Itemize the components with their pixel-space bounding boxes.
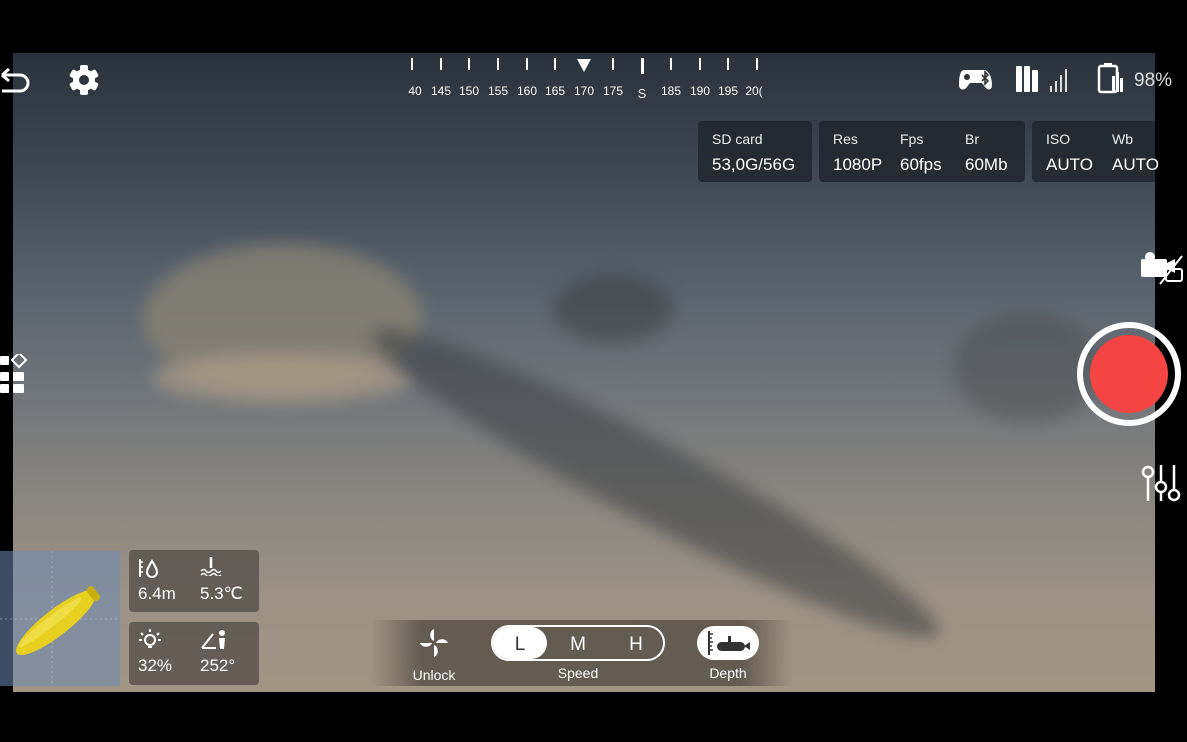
adjust-sliders-icon[interactable] xyxy=(1141,464,1183,507)
signal-icon xyxy=(1016,66,1074,99)
compass-label: 165 xyxy=(544,84,566,98)
speed-option-h[interactable]: H xyxy=(611,634,661,656)
speed-label: Speed xyxy=(557,665,599,681)
camera-mode-icon[interactable] xyxy=(1140,251,1184,290)
unlock-label: Unlock xyxy=(412,667,456,683)
sd-value: 53,0G/56G xyxy=(712,155,796,174)
depth-submarine-icon xyxy=(708,631,750,655)
light-value: 32% xyxy=(138,656,173,675)
speed-option-l[interactable]: L xyxy=(493,634,547,656)
drone-attitude-view xyxy=(0,551,120,686)
depth-icon xyxy=(139,559,159,578)
speed-selector[interactable]: L M H xyxy=(491,625,665,661)
water-temperature-icon xyxy=(200,557,222,576)
fps-value: 60fps xyxy=(900,155,942,174)
iso-value: AUTO xyxy=(1046,155,1093,174)
compass-label: S xyxy=(637,86,647,101)
res-label: Res xyxy=(833,131,858,147)
compass-label: 155 xyxy=(487,84,509,98)
sd-card-panel: SD card 53,0G/56G xyxy=(698,121,812,182)
battery-icon xyxy=(1097,62,1125,99)
compass-label: 190 xyxy=(689,84,711,98)
speed-option-m[interactable]: M xyxy=(553,634,603,656)
video-settings-panel[interactable]: Res 1080P Fps 60fps Br 60Mb xyxy=(819,121,1025,182)
wb-label: Wb xyxy=(1112,131,1133,147)
wb-value: AUTO xyxy=(1112,155,1159,174)
back-icon[interactable] xyxy=(0,66,32,96)
compass-label: 150 xyxy=(458,84,480,98)
depth-value: 6.4m xyxy=(138,584,176,603)
res-value: 1080P xyxy=(833,155,883,174)
record-button[interactable] xyxy=(1077,322,1181,426)
temperature-value: 5.3℃ xyxy=(200,584,243,603)
mode-switch-icon[interactable] xyxy=(0,351,28,399)
drone-model-icon xyxy=(16,586,101,656)
heading-value: 252° xyxy=(200,656,236,675)
compass-label: 20( xyxy=(745,84,763,98)
compass-label: 185 xyxy=(660,84,682,98)
iso-label: ISO xyxy=(1046,131,1071,147)
fps-label: Fps xyxy=(900,131,924,147)
unlock-button[interactable]: Unlock xyxy=(404,626,464,684)
compass-label: 160 xyxy=(516,84,538,98)
compass-label: 145 xyxy=(430,84,452,98)
br-value: 60Mb xyxy=(965,155,1008,174)
exposure-panel[interactable]: ISO AUTO Wb AUTO xyxy=(1032,121,1159,182)
heading-pointer-icon xyxy=(577,59,591,72)
sd-label: SD card xyxy=(712,131,763,147)
settings-gear-icon[interactable] xyxy=(67,63,101,97)
battery-percent: 98% xyxy=(1134,70,1173,91)
propeller-icon xyxy=(420,629,448,657)
light-heading-panel: 32% 252° xyxy=(129,622,259,685)
compass-label: 170 xyxy=(573,84,595,98)
heading-angle-icon xyxy=(201,630,225,649)
depth-label: Depth xyxy=(709,665,747,681)
compass-label: 175 xyxy=(602,84,624,98)
gamepad-bluetooth-icon xyxy=(958,67,994,98)
depth-hold-button[interactable] xyxy=(697,626,759,660)
depth-temperature-panel: 6.4m 5.3℃ xyxy=(129,550,259,612)
light-bulb-icon xyxy=(139,629,161,648)
br-label: Br xyxy=(965,131,979,147)
